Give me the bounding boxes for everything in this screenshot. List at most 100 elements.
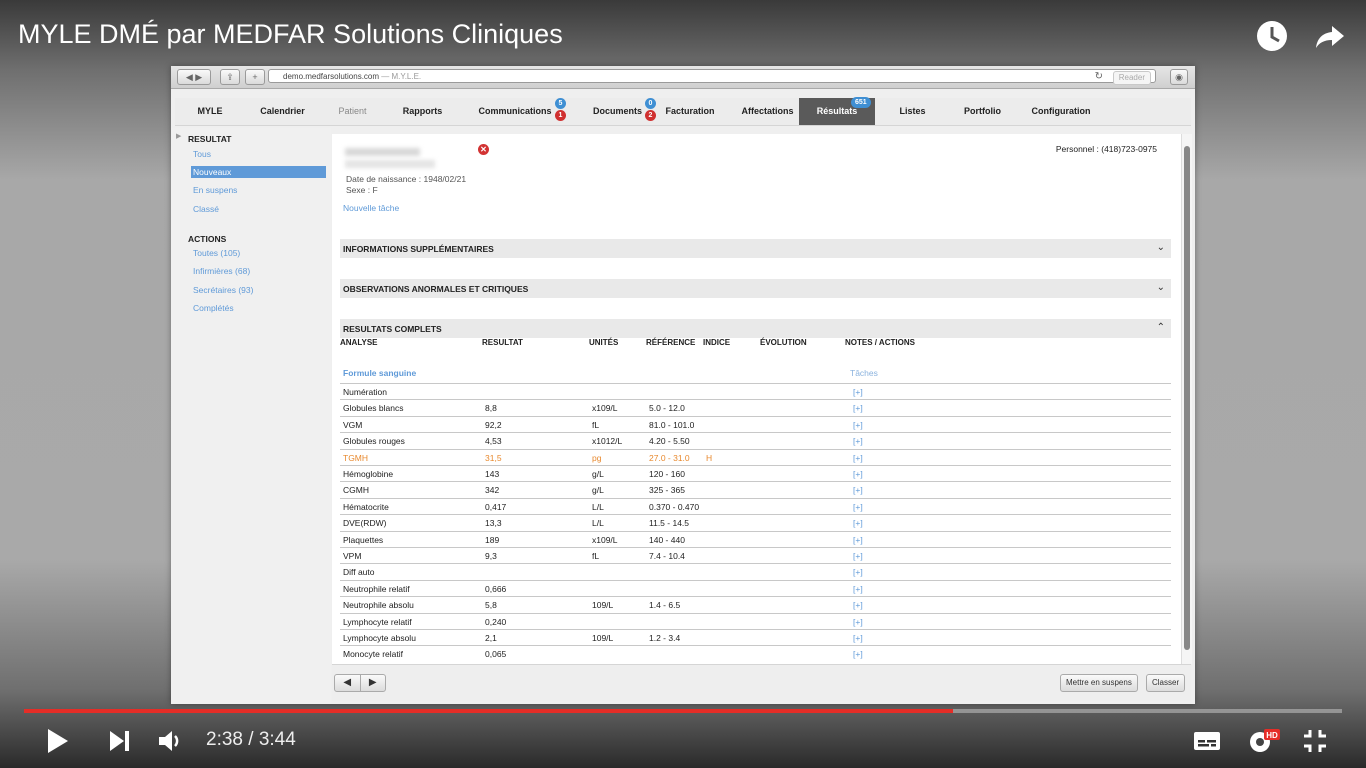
add-note-button[interactable]: [+] bbox=[853, 502, 863, 512]
next-icon[interactable] bbox=[106, 726, 132, 756]
col-unites: UNITÉS bbox=[589, 338, 619, 347]
close-icon[interactable]: ✕ bbox=[478, 144, 489, 155]
add-note-button[interactable]: [+] bbox=[853, 453, 863, 463]
add-note-button[interactable]: [+] bbox=[853, 387, 863, 397]
cell-resultat: 13,3 bbox=[485, 518, 502, 529]
prev-button[interactable]: ◀ bbox=[335, 675, 361, 691]
communications-badge-red: 1 bbox=[555, 110, 566, 121]
new-task-link[interactable]: Nouvelle tâche bbox=[343, 203, 399, 213]
share-icon[interactable] bbox=[1314, 20, 1346, 52]
downloads-icon[interactable]: ◉ bbox=[1170, 69, 1188, 85]
chevron-down-icon: ⌄ bbox=[1156, 282, 1165, 293]
table-row[interactable]: Lymphocyte absolu 2,1 109/L 1.2 - 3.4 [+] bbox=[340, 629, 1171, 646]
section-info[interactable]: INFORMATIONS SUPPLÉMENTAIRES ⌄ bbox=[340, 239, 1171, 258]
add-note-button[interactable]: [+] bbox=[853, 403, 863, 413]
table-row[interactable]: Globules rouges 4,53 x1012/L 4.20 - 5.50 [+] bbox=[340, 432, 1171, 449]
table-row[interactable]: Diff auto [+] bbox=[340, 563, 1171, 580]
add-note-button[interactable]: [+] bbox=[853, 551, 863, 561]
video-progress-bar[interactable] bbox=[24, 709, 1342, 713]
back-forward-buttons[interactable]: ◀ ▶ bbox=[177, 69, 211, 85]
add-bookmark-icon[interactable]: + bbox=[245, 69, 265, 85]
add-note-button[interactable]: [+] bbox=[853, 649, 863, 659]
nav-portfolio[interactable]: Portfolio bbox=[955, 98, 1010, 125]
url-field[interactable]: demo.medfarsolutions.com — M.Y.L.E. ↻ Re… bbox=[268, 69, 1156, 85]
add-note-button[interactable]: [+] bbox=[853, 485, 863, 495]
sidebar-item-secretaires[interactable]: Secrétaires (93) bbox=[191, 284, 326, 296]
add-note-button[interactable]: [+] bbox=[853, 617, 863, 627]
nav-calendrier[interactable]: Calendrier bbox=[245, 98, 320, 125]
sidebar-collapse-icon[interactable]: ▶ bbox=[176, 132, 181, 140]
nav-rapports[interactable]: Rapports bbox=[385, 98, 460, 125]
classify-button[interactable]: Classer bbox=[1146, 674, 1186, 692]
resultats-badge: 651 bbox=[851, 97, 871, 108]
add-note-button[interactable]: [+] bbox=[853, 436, 863, 446]
nav-listes[interactable]: Listes bbox=[885, 98, 940, 125]
add-note-button[interactable]: [+] bbox=[853, 420, 863, 430]
nav-configuration[interactable]: Configuration bbox=[1021, 98, 1101, 125]
add-note-button[interactable]: [+] bbox=[853, 469, 863, 479]
cell-analyse: DVE(RDW) bbox=[343, 518, 387, 529]
play-icon[interactable] bbox=[44, 726, 72, 756]
scrollbar-thumb[interactable] bbox=[1184, 146, 1190, 650]
app-window: ◀ ▶ ⇪ + demo.medfarsolutions.com — M.Y.L… bbox=[171, 66, 1195, 704]
subtitles-icon[interactable] bbox=[1192, 726, 1222, 756]
add-note-button[interactable]: [+] bbox=[853, 535, 863, 545]
nav-documents[interactable]: Documents 0 2 bbox=[580, 98, 656, 125]
settings-icon[interactable]: HD bbox=[1246, 726, 1280, 756]
add-note-button[interactable]: [+] bbox=[853, 584, 863, 594]
add-note-button[interactable]: [+] bbox=[853, 567, 863, 577]
sidebar-item-toutes[interactable]: Toutes (105) bbox=[191, 247, 326, 259]
reader-button[interactable]: Reader bbox=[1112, 71, 1151, 85]
table-row[interactable]: Plaquettes 189 x109/L 140 - 440 [+] bbox=[340, 530, 1171, 548]
nav-myle[interactable]: MYLE bbox=[175, 98, 245, 125]
table-row[interactable]: Globules blancs 8,8 x109/L 5.0 - 12.0 [+] bbox=[340, 399, 1171, 416]
table-row[interactable]: Neutrophile absolu 5,8 109/L 1.4 - 6.5 [+] bbox=[340, 596, 1171, 613]
table-row[interactable]: Hématocrite 0,417 L/L 0.370 - 0.470 [+] bbox=[340, 497, 1171, 515]
share-page-icon[interactable]: ⇪ bbox=[220, 69, 240, 85]
sidebar-item-infirmieres[interactable]: Infirmières (68) bbox=[191, 265, 326, 277]
cell-unites: L/L bbox=[592, 518, 604, 529]
nav-facturation[interactable]: Facturation bbox=[660, 98, 720, 125]
add-note-button[interactable]: [+] bbox=[853, 633, 863, 643]
suspend-button[interactable]: Mettre en suspens bbox=[1060, 674, 1138, 692]
nav-resultats[interactable]: Résultats 651 bbox=[799, 97, 875, 125]
nav-affectations[interactable]: Affectations bbox=[730, 98, 805, 125]
table-row[interactable]: TGMH 31,5 pg 27.0 - 31.0 H [+] bbox=[340, 448, 1171, 466]
sidebar-item-tous[interactable]: Tous bbox=[191, 148, 326, 160]
exit-fullscreen-icon[interactable] bbox=[1300, 726, 1330, 756]
table-row[interactable]: Numération [+] bbox=[340, 383, 1171, 400]
sidebar-item-en-suspens[interactable]: En suspens bbox=[191, 184, 326, 196]
table-row[interactable]: Neutrophile relatif 0,666 [+] bbox=[340, 579, 1171, 597]
cell-reference: 1.4 - 6.5 bbox=[649, 600, 681, 611]
add-note-button[interactable]: [+] bbox=[853, 518, 863, 528]
table-row[interactable]: Hémoglobine 143 g/L 120 - 160 [+] bbox=[340, 465, 1171, 482]
section-results[interactable]: RESULTATS COMPLETS ⌃ bbox=[340, 319, 1171, 338]
section-observations[interactable]: OBSERVATIONS ANORMALES ET CRITIQUES ⌄ bbox=[340, 279, 1171, 298]
add-note-button[interactable]: [+] bbox=[853, 600, 863, 610]
clock-icon[interactable] bbox=[1256, 20, 1288, 52]
sidebar-item-nouveaux[interactable]: Nouveaux bbox=[191, 166, 326, 178]
browser-toolbar: ◀ ▶ ⇪ + demo.medfarsolutions.com — M.Y.L… bbox=[171, 66, 1195, 89]
table-row[interactable]: VGM 92,2 fL 81.0 - 101.0 [+] bbox=[340, 415, 1171, 433]
cell-resultat: 4,53 bbox=[485, 436, 502, 447]
table-row[interactable]: Monocyte relatif 0,065 [+] bbox=[340, 645, 1171, 662]
duration: 3:44 bbox=[258, 729, 296, 750]
table-row[interactable]: DVE(RDW) 13,3 L/L 11.5 - 14.5 [+] bbox=[340, 514, 1171, 531]
sidebar-item-classe[interactable]: Classé bbox=[191, 203, 326, 215]
vertical-scrollbar[interactable] bbox=[1181, 134, 1192, 664]
nav-communications[interactable]: Communications 5 1 bbox=[465, 98, 566, 125]
next-button[interactable]: ▶ bbox=[361, 675, 386, 691]
nav-patient[interactable]: Patient bbox=[320, 98, 385, 125]
table-row[interactable]: VPM 9,3 fL 7.4 - 10.4 [+] bbox=[340, 547, 1171, 564]
video-title[interactable]: MYLE DMÉ par MEDFAR Solutions Cliniques bbox=[18, 19, 563, 50]
cell-reference: 0.370 - 0.470 bbox=[649, 501, 700, 512]
table-row[interactable]: CGMH 342 g/L 325 - 365 [+] bbox=[340, 481, 1171, 498]
cell-resultat: 0,240 bbox=[485, 616, 507, 627]
volume-icon[interactable] bbox=[156, 726, 184, 756]
patient-id-redacted bbox=[345, 160, 435, 168]
table-row[interactable]: Lymphocyte relatif 0,240 [+] bbox=[340, 612, 1171, 630]
sex-value: F bbox=[372, 185, 378, 195]
cell-resultat: 143 bbox=[485, 469, 500, 479]
sidebar-item-completes[interactable]: Complétés bbox=[191, 302, 326, 314]
reload-icon[interactable]: ↻ bbox=[1095, 70, 1103, 84]
